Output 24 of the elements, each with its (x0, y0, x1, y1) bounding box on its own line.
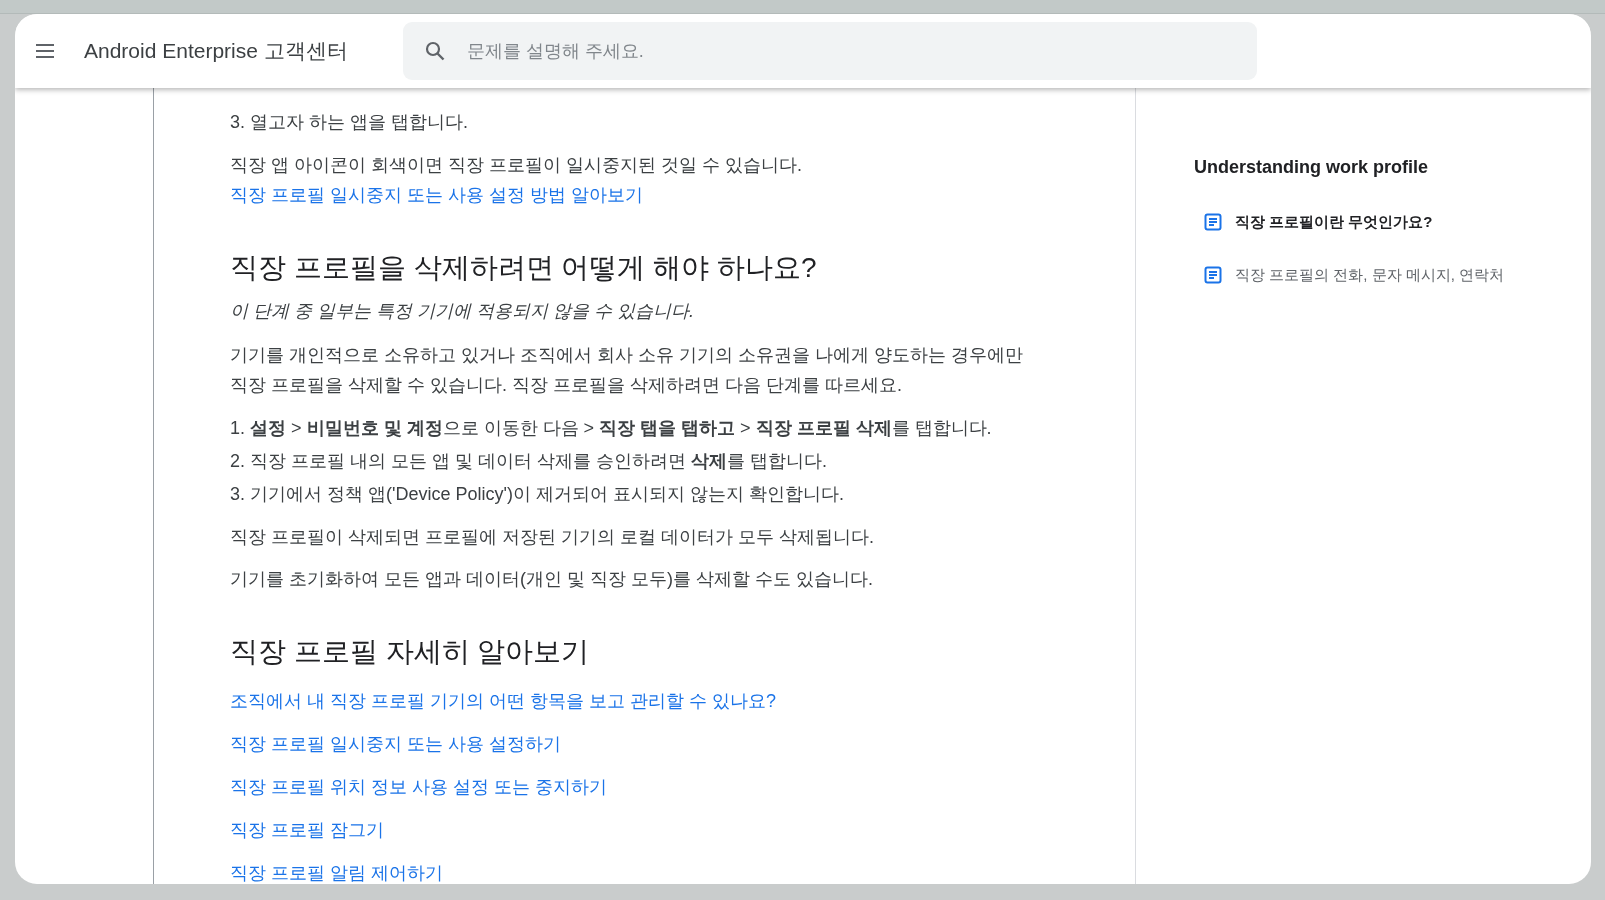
paragraph: 기기를 초기화하여 모든 앱과 데이터(개인 및 직장 모두)를 삭제할 수도 있습니다. (230, 568, 874, 591)
step-text: 3. 열고자 하는 앱을 탭합니다. (230, 111, 470, 134)
related-link[interactable]: 직장 프로필 일시중지 또는 사용 설정하기 (230, 734, 561, 754)
site-title[interactable]: Android Enterprise 고객센터 (84, 35, 348, 67)
step-text: 2. 직장 프로필 내의 모든 앱 및 데이터 삭제를 승인하려면 삭제를 탭합니다. (230, 450, 829, 473)
document-icon (1204, 213, 1222, 232)
related-link[interactable]: 직장 프로필 잠그기 (230, 820, 384, 840)
help-link[interactable]: 직장 프로필 일시중지 또는 사용 설정 방법 알아보기 (230, 185, 643, 205)
step-text: 3. 기기에서 정책 앱('Device Policy')이 제거되어 표시되지 않는지 확인합니다. (230, 483, 845, 506)
related-link[interactable]: 직장 프로필 위치 정보 사용 설정 또는 중지하기 (230, 777, 607, 797)
sidebar-item[interactable]: 직장 프로필의 전화, 문자 메시지, 연락처 (1204, 263, 1591, 286)
sidebar-item[interactable]: 직장 프로필이란 무엇인가요? (1204, 211, 1591, 234)
paragraph: 기기를 개인적으로 소유하고 있거나 조직에서 회사 소유 기기의 소유권을 나에게 양도하는 경우에만 직장 프로필을 삭제할 수 있습니다. 직장 프로필을 삭제하려면 다음 단계를 따르세요. (230, 344, 1024, 397)
section-heading: 직장 프로필 자세히 알아보기 (230, 635, 591, 669)
document-icon (1204, 265, 1222, 284)
sidebar-title: Understanding work profile (1194, 156, 1430, 179)
paragraph: 직장 프로필이 삭제되면 프로필에 저장된 기기의 로컬 데이터가 모두 삭제됩니다. (230, 526, 875, 549)
search-field[interactable]: 문제를 설명해 주세요. (402, 22, 1257, 80)
step-text: 1. 설정 > 비밀번호 및 계정으로 이동한 다음 > 직장 탭을 탭하고 > 직장 프로필 삭제를 탭합니다. (230, 417, 993, 440)
note-text: 이 단계 중 일부는 특정 기기에 적용되지 않을 수 있습니다. (230, 300, 695, 323)
section-heading: 직장 프로필을 삭제하려면 어떻게 해야 하나요? (230, 251, 818, 285)
related-link[interactable]: 조직에서 내 직장 프로필 기기의 어떤 항목을 보고 관리할 수 있나요? (230, 691, 777, 711)
related-link[interactable]: 직장 프로필 알림 제어하기 (230, 863, 443, 883)
paragraph: 직장 앱 아이콘이 회색이면 직장 프로필이 일시중지된 것일 수 있습니다. 직장 프로필 일시중지 또는 사용 설정 방법 알아보기 (230, 154, 803, 207)
